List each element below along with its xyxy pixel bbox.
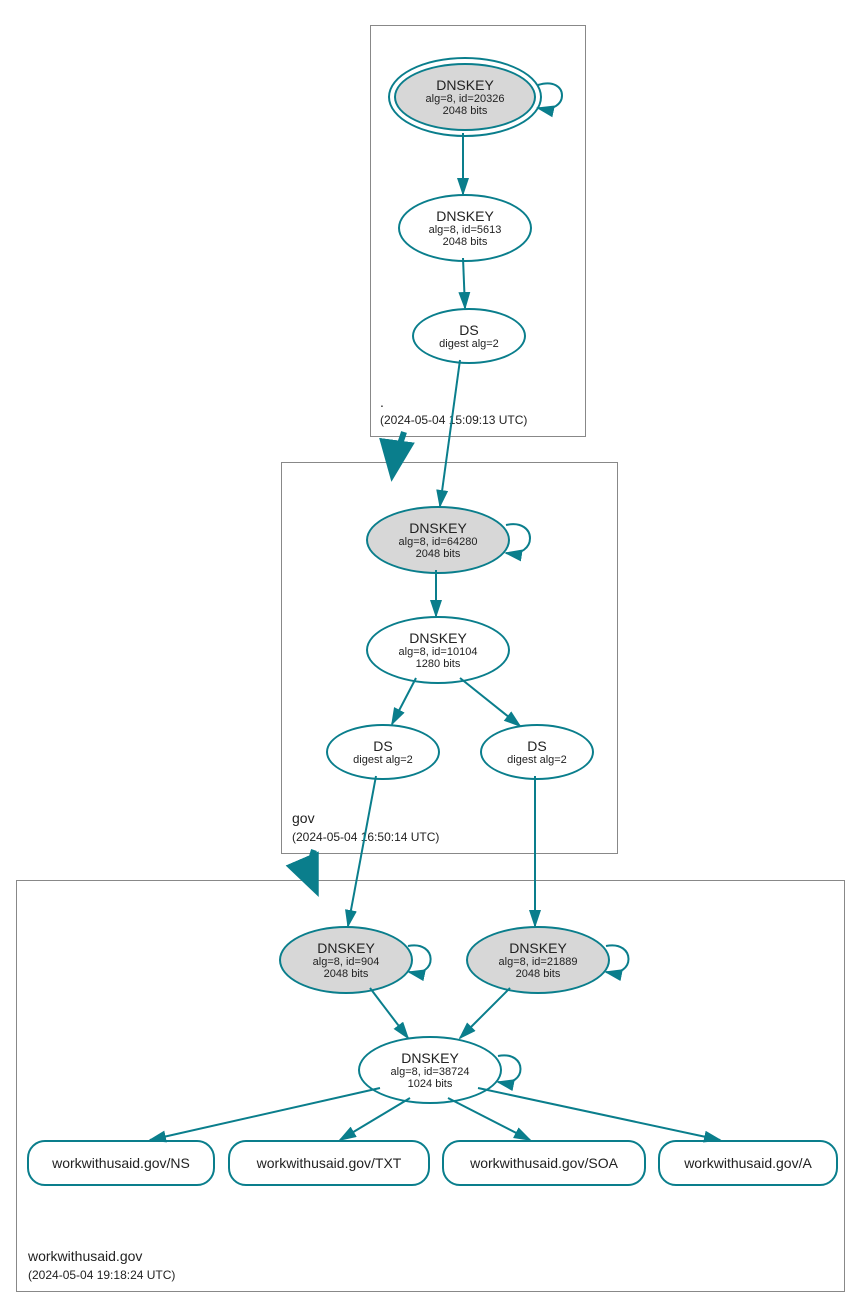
node-title: DS — [459, 322, 478, 338]
node-title: DS — [527, 738, 546, 754]
node-root-zsk: DNSKEY alg=8, id=5613 2048 bits — [398, 194, 532, 262]
node-sub1: alg=8, id=64280 — [399, 536, 478, 548]
node-sub1: alg=8, id=21889 — [499, 956, 578, 968]
record-ns: workwithusaid.gov/NS — [27, 1140, 215, 1186]
node-dom-ksk1: DNSKEY alg=8, id=904 2048 bits — [279, 926, 413, 994]
node-sub2: 2048 bits — [443, 236, 488, 248]
node-sub1: digest alg=2 — [507, 754, 567, 766]
node-title: DNSKEY — [436, 208, 494, 224]
node-gov-ksk: DNSKEY alg=8, id=64280 2048 bits — [366, 506, 510, 574]
node-sub2: 1024 bits — [408, 1078, 453, 1090]
record-a: workwithusaid.gov/A — [658, 1140, 838, 1186]
node-sub2: 2048 bits — [516, 968, 561, 980]
node-title: DNSKEY — [401, 1050, 459, 1066]
node-gov-zsk: DNSKEY alg=8, id=10104 1280 bits — [366, 616, 510, 684]
node-sub2: 2048 bits — [416, 548, 461, 560]
node-sub1: alg=8, id=5613 — [429, 224, 502, 236]
node-root-ds: DS digest alg=2 — [412, 308, 526, 364]
record-soa: workwithusaid.gov/SOA — [442, 1140, 646, 1186]
node-dom-ksk2: DNSKEY alg=8, id=21889 2048 bits — [466, 926, 610, 994]
node-sub1: alg=8, id=20326 — [426, 93, 505, 105]
node-sub2: 1280 bits — [416, 658, 461, 670]
zone-domain-time: (2024-05-04 19:18:24 UTC) — [28, 1268, 175, 1282]
node-title: DNSKEY — [317, 940, 375, 956]
node-sub1: alg=8, id=10104 — [399, 646, 478, 658]
node-title: DNSKEY — [509, 940, 567, 956]
node-dom-zsk: DNSKEY alg=8, id=38724 1024 bits — [358, 1036, 502, 1104]
node-sub1: alg=8, id=38724 — [391, 1066, 470, 1078]
node-sub1: digest alg=2 — [353, 754, 413, 766]
zone-domain-label: workwithusaid.gov — [28, 1248, 142, 1264]
node-title: DS — [373, 738, 392, 754]
node-title: DNSKEY — [436, 77, 494, 93]
node-title: DNSKEY — [409, 630, 467, 646]
zone-root-label: . — [380, 394, 384, 410]
node-gov-ds1: DS digest alg=2 — [326, 724, 440, 780]
node-root-ksk: DNSKEY alg=8, id=20326 2048 bits — [394, 63, 536, 131]
node-sub1: digest alg=2 — [439, 338, 499, 350]
node-sub2: 2048 bits — [443, 105, 488, 117]
zone-gov-time: (2024-05-04 16:50:14 UTC) — [292, 830, 439, 844]
node-gov-ds2: DS digest alg=2 — [480, 724, 594, 780]
node-title: DNSKEY — [409, 520, 467, 536]
node-sub2: 2048 bits — [324, 968, 369, 980]
zone-gov-label: gov — [292, 810, 315, 826]
record-txt: workwithusaid.gov/TXT — [228, 1140, 430, 1186]
zone-root-time: (2024-05-04 15:09:13 UTC) — [380, 413, 527, 427]
node-sub1: alg=8, id=904 — [313, 956, 380, 968]
